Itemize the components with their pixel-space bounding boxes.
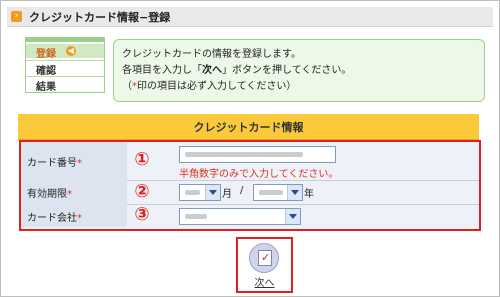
card-company-select[interactable] bbox=[179, 208, 301, 225]
instruction-line-1: クレジットカードの情報を登録します。 bbox=[122, 49, 301, 60]
card-number-label-text: カード番号 bbox=[27, 158, 77, 169]
title-bar: › クレジットカード情報−登録 bbox=[7, 7, 493, 27]
instruction-line-3-open: （ bbox=[122, 81, 132, 92]
step-result: 結果 bbox=[26, 76, 104, 93]
step-result-label: 結果 bbox=[36, 82, 56, 93]
card-company-masked-value bbox=[185, 214, 207, 219]
chevron-down-icon[interactable] bbox=[205, 185, 220, 200]
instruction-next-emphasis: 次へ bbox=[202, 65, 222, 76]
step-confirm: 確認 bbox=[26, 60, 104, 77]
form-header: クレジットカード情報 bbox=[18, 114, 479, 140]
instruction-box: クレジットカードの情報を登録します。 各項目を入力し「次へ」ボタンを押してくださ… bbox=[113, 39, 485, 102]
date-separator: / bbox=[240, 185, 244, 196]
expiry-month-select[interactable] bbox=[179, 184, 221, 201]
card-number-input[interactable] bbox=[179, 146, 336, 163]
expiry-year-masked-value bbox=[259, 190, 283, 195]
title-arrow-icon: › bbox=[11, 11, 22, 22]
card-number-hint: 半角数字のみで入力してください。 bbox=[179, 169, 339, 180]
step-register-label: 登録 bbox=[36, 49, 56, 60]
company-label-cell: カード会社* bbox=[21, 204, 127, 227]
chevron-down-icon[interactable] bbox=[287, 185, 302, 200]
document-icon: ✓ bbox=[258, 250, 272, 266]
step-register: 登録 ◀ bbox=[26, 44, 104, 60]
instruction-line-3-rest: 印の項目は必ず入力してください） bbox=[137, 81, 297, 92]
year-unit: 年 bbox=[304, 189, 314, 200]
next-button[interactable]: ✓ 次へ bbox=[236, 237, 293, 293]
check-icon: ✓ bbox=[261, 251, 271, 264]
card-number-required-mark: * bbox=[77, 158, 82, 169]
marker-2: ② bbox=[134, 181, 150, 202]
card-number-row: カード番号* ① 半角数字のみで入力してください。 bbox=[21, 142, 479, 181]
card-number-label-cell: カード番号* bbox=[21, 142, 127, 180]
expiry-label-text: 有効期限 bbox=[27, 189, 67, 200]
expiry-required-mark: * bbox=[67, 189, 72, 200]
expiry-label: 有効期限* bbox=[27, 185, 72, 200]
expiry-month-masked-value bbox=[185, 190, 200, 195]
next-button-label[interactable]: 次へ bbox=[238, 274, 291, 289]
card-number-label: カード番号* bbox=[27, 154, 82, 169]
instruction-line-2-prefix: 各項目を入力し「 bbox=[122, 65, 202, 76]
expiry-label-cell: 有効期限* bbox=[21, 180, 127, 204]
step-indicator: 登録 ◀ 確認 結果 bbox=[25, 41, 105, 93]
next-icon: ✓ bbox=[249, 243, 279, 273]
form-highlight-box: カード番号* ① 半角数字のみで入力してください。 有効期限* ② 月 / 年 … bbox=[19, 140, 481, 231]
company-required-mark: * bbox=[77, 213, 82, 224]
page-frame: › クレジットカード情報−登録 登録 ◀ 確認 結果 クレジットカードの情報を登… bbox=[0, 0, 500, 297]
expiry-row: 有効期限* ② 月 / 年 bbox=[21, 180, 479, 205]
instruction-line-3: （*印の項目は必ず入力してください） bbox=[122, 77, 296, 92]
page-title: クレジットカード情報−登録 bbox=[29, 11, 171, 24]
company-label: カード会社* bbox=[27, 209, 82, 224]
instruction-line-2-suffix: 」ボタンを押してください。 bbox=[222, 65, 352, 76]
marker-3: ③ bbox=[134, 204, 150, 225]
marker-1: ① bbox=[134, 149, 150, 170]
step-confirm-label: 確認 bbox=[36, 66, 56, 77]
company-label-text: カード会社 bbox=[27, 213, 77, 224]
company-row: カード会社* ③ bbox=[21, 204, 479, 227]
instruction-line-2: 各項目を入力し「次へ」ボタンを押してください。 bbox=[122, 61, 351, 76]
month-unit: 月 bbox=[222, 189, 232, 200]
form-header-title: クレジットカード情報 bbox=[193, 121, 304, 134]
card-number-masked-value bbox=[185, 152, 303, 157]
expiry-year-select[interactable] bbox=[253, 184, 303, 201]
current-step-arrow-icon: ◀ bbox=[66, 46, 76, 56]
chevron-down-icon[interactable] bbox=[285, 209, 300, 224]
